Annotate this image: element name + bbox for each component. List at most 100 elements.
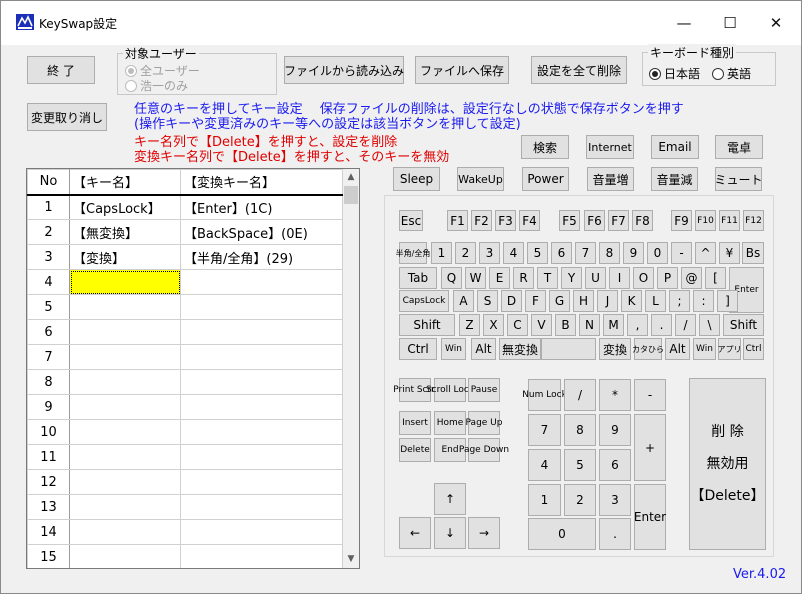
key-numpad-9[interactable]: 9 bbox=[599, 414, 631, 446]
mute-key-button[interactable]: ミュート bbox=[715, 167, 763, 191]
key-shift-row-11[interactable]: \ bbox=[699, 314, 720, 336]
table-row[interactable]: 7 bbox=[27, 344, 343, 370]
key-name-cell[interactable]: 【変換】 bbox=[69, 244, 181, 270]
key-shift-left[interactable]: Shift bbox=[399, 314, 455, 336]
table-row[interactable]: 4 bbox=[27, 269, 343, 295]
key-tab-row-10[interactable]: P bbox=[657, 267, 678, 289]
key-shift-row-9[interactable]: . bbox=[651, 314, 672, 336]
key-katakana-hiragana[interactable]: カタひら bbox=[632, 338, 664, 360]
key-name-cell[interactable] bbox=[69, 419, 181, 445]
power-key-button[interactable]: Power bbox=[522, 167, 569, 191]
key-app[interactable]: アプリ bbox=[718, 338, 742, 360]
key-hankaku-zenkaku[interactable]: 半角/全角 bbox=[396, 242, 430, 264]
mapped-key-cell[interactable] bbox=[180, 269, 343, 295]
key-tab-row-9[interactable]: O bbox=[633, 267, 654, 289]
key-f4[interactable]: F4 bbox=[519, 210, 540, 231]
key-numpad-4[interactable]: 4 bbox=[528, 449, 561, 481]
key-numpad-6[interactable]: 6 bbox=[599, 449, 631, 481]
key-numpad-5[interactable]: 5 bbox=[564, 449, 596, 481]
key-caps-row-5[interactable]: G bbox=[549, 290, 570, 312]
search-key-button[interactable]: 検索 bbox=[521, 135, 569, 159]
key-f10[interactable]: F10 bbox=[695, 210, 716, 231]
key-capslock[interactable]: CapsLock bbox=[399, 290, 449, 312]
table-row[interactable]: 1 【CapsLock】 【Enter】(1C) bbox=[27, 194, 343, 220]
arrow-right-icon[interactable]: → bbox=[468, 517, 500, 549]
key-numpad-multiply[interactable]: * bbox=[599, 379, 631, 411]
mapped-key-cell[interactable]: 【Enter】(1C) bbox=[180, 194, 343, 220]
key-tab[interactable]: Tab bbox=[399, 267, 437, 289]
key-name-cell[interactable] bbox=[69, 344, 181, 370]
table-row[interactable]: 15 bbox=[27, 544, 343, 568]
scroll-up-icon[interactable]: ▲ bbox=[343, 169, 359, 186]
key-pagedown[interactable]: Page Down bbox=[459, 438, 509, 462]
key-caps-row-9[interactable]: L bbox=[645, 290, 666, 312]
key-delete[interactable]: Delete bbox=[399, 438, 431, 462]
arrow-down-icon[interactable]: ↓ bbox=[434, 517, 466, 549]
key-6[interactable]: 6 bbox=[551, 242, 572, 264]
target-user-self-radio[interactable]: 浩一のみ bbox=[125, 77, 188, 94]
key-numlock[interactable]: Num Lock bbox=[522, 379, 567, 411]
table-row[interactable]: 11 bbox=[27, 444, 343, 470]
key-scrolllock[interactable]: Scroll Lock bbox=[426, 378, 474, 402]
key-caps-row-7[interactable]: J bbox=[597, 290, 618, 312]
arrow-up-icon[interactable]: ↑ bbox=[434, 483, 466, 515]
key-shift-row-1[interactable]: Z bbox=[459, 314, 480, 336]
calculator-key-button[interactable]: 電卓 bbox=[715, 135, 763, 159]
key-name-cell[interactable] bbox=[69, 519, 181, 545]
key-11[interactable]: - bbox=[671, 242, 692, 264]
keyboard-type-jp-radio[interactable]: 日本語 bbox=[649, 65, 700, 82]
key-numpad-subtract[interactable]: - bbox=[634, 379, 666, 411]
wakeup-key-button[interactable]: WakeUp bbox=[457, 167, 504, 191]
key-henkan[interactable]: 変換 bbox=[599, 338, 631, 360]
close-button[interactable]: ✕ bbox=[753, 1, 799, 45]
key-shift-row-7[interactable]: M bbox=[603, 314, 624, 336]
mapped-key-cell[interactable] bbox=[180, 294, 343, 320]
key-name-cell[interactable] bbox=[69, 369, 181, 395]
key-caps-row-8[interactable]: K bbox=[621, 290, 642, 312]
key-numpad-0[interactable]: 0 bbox=[528, 518, 596, 550]
key-ctrl-left[interactable]: Ctrl bbox=[399, 338, 437, 360]
key-name-cell[interactable] bbox=[69, 494, 181, 520]
key-9[interactable]: 9 bbox=[623, 242, 644, 264]
key-ctrl-right[interactable]: Ctrl bbox=[743, 338, 764, 360]
key-7[interactable]: 7 bbox=[575, 242, 596, 264]
key-shift-row-8[interactable]: , bbox=[627, 314, 648, 336]
save-file-button[interactable]: ファイルへ保存 bbox=[415, 56, 509, 84]
key-f1[interactable]: F1 bbox=[447, 210, 468, 231]
key-f3[interactable]: F3 bbox=[495, 210, 516, 231]
key-caps-row-2[interactable]: S bbox=[477, 290, 498, 312]
mapped-key-cell[interactable]: 【BackSpace】(0E) bbox=[180, 219, 343, 245]
table-scrollbar[interactable]: ▲ ▼ bbox=[343, 169, 359, 568]
key-home[interactable]: Home bbox=[434, 411, 466, 435]
key-numpad-enter[interactable]: Enter bbox=[634, 484, 666, 550]
key-3[interactable]: 3 bbox=[479, 242, 500, 264]
key-muhenkan[interactable]: 無変換 bbox=[499, 338, 541, 360]
sleep-key-button[interactable]: Sleep bbox=[393, 167, 440, 191]
key-win-left[interactable]: Win bbox=[441, 338, 466, 360]
key-f2[interactable]: F2 bbox=[471, 210, 492, 231]
key-shift-row-4[interactable]: V bbox=[531, 314, 552, 336]
key-shift-row-2[interactable]: X bbox=[483, 314, 504, 336]
key-shift-row-6[interactable]: N bbox=[579, 314, 600, 336]
scroll-thumb[interactable] bbox=[344, 186, 358, 204]
key-name-cell[interactable] bbox=[69, 544, 181, 568]
table-row[interactable]: 6 bbox=[27, 319, 343, 345]
table-row[interactable]: 5 bbox=[27, 294, 343, 320]
minimize-button[interactable]: — bbox=[661, 1, 707, 45]
key-numpad-2[interactable]: 2 bbox=[564, 484, 596, 516]
key-caps-row-1[interactable]: A bbox=[453, 290, 474, 312]
key-esc[interactable]: Esc bbox=[399, 210, 423, 231]
delete-all-button[interactable]: 設定を全て削除 bbox=[531, 56, 627, 84]
key-f6[interactable]: F6 bbox=[584, 210, 605, 231]
table-row[interactable]: 13 bbox=[27, 494, 343, 520]
key-f5[interactable]: F5 bbox=[559, 210, 580, 231]
key-tab-row-12[interactable]: [ bbox=[705, 267, 726, 289]
mapped-key-cell[interactable] bbox=[180, 344, 343, 370]
mapped-key-cell[interactable] bbox=[180, 319, 343, 345]
key-pageup[interactable]: Page Up bbox=[466, 411, 502, 435]
key-tab-row-1[interactable]: Q bbox=[441, 267, 462, 289]
table-row[interactable]: 3 【変換】 【半角/全角】(29) bbox=[27, 244, 343, 270]
key-13[interactable]: ¥ bbox=[719, 242, 740, 264]
volume-up-key-button[interactable]: 音量増 bbox=[587, 167, 634, 191]
key-f12[interactable]: F12 bbox=[743, 210, 764, 231]
